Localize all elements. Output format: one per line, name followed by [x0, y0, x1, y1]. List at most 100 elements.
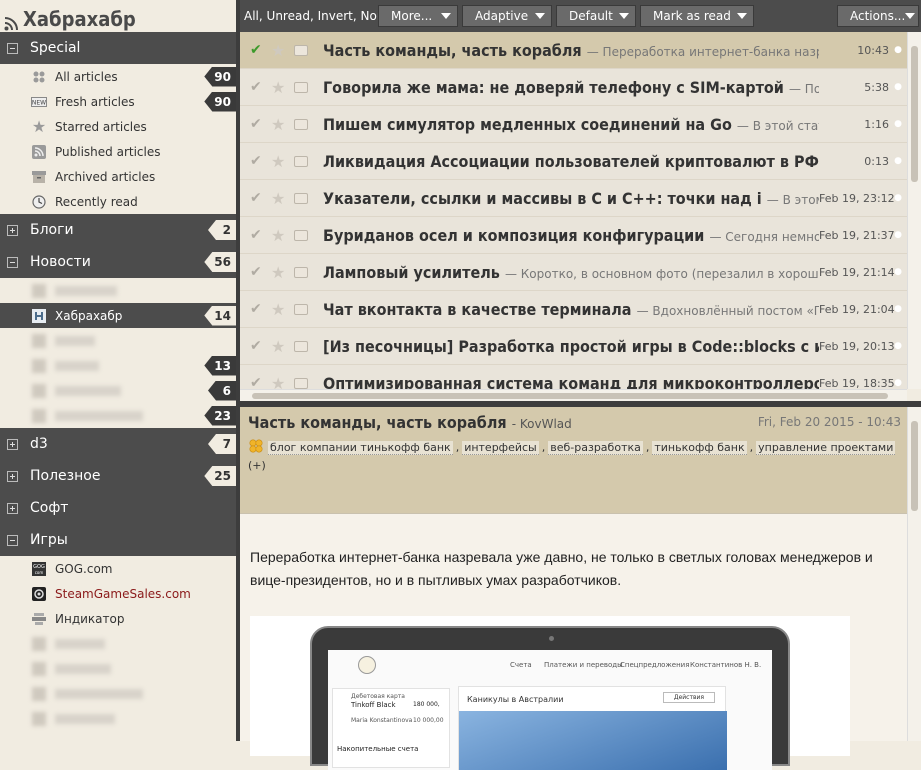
category-blogs[interactable]: Блоги 2 [0, 214, 236, 246]
star-icon[interactable]: ★ [271, 41, 287, 60]
feed-hidden[interactable] [0, 278, 236, 303]
headline-content[interactable]: Оптимизированная система команд для микр… [323, 374, 819, 390]
headline-title[interactable]: [Из песочницы] Разработка простой игры в… [323, 337, 819, 356]
feed-steamgamesales[interactable]: SteamGameSales.com [0, 581, 236, 606]
feed-hidden[interactable] [0, 706, 236, 731]
headline-content[interactable]: Пишем симулятор медленных соединений на … [323, 115, 819, 134]
publish-rss-icon[interactable] [294, 303, 308, 315]
article-tag[interactable]: тинькофф банк [652, 440, 747, 455]
feed-hidden[interactable] [0, 656, 236, 681]
article-tag[interactable]: управление проектами [756, 440, 896, 455]
headline-row[interactable]: ✔ ★ Часть команды, часть корабля — Перераб… [240, 32, 907, 69]
publish-rss-icon[interactable] [294, 192, 308, 204]
headline-row[interactable]: ✔ ★ Ликвидация Ассоциации пользователей кр… [240, 143, 907, 180]
publish-rss-icon[interactable] [294, 81, 308, 93]
article-title[interactable]: Часть команды, часть корабля [248, 413, 507, 432]
read-check-icon[interactable]: ✔ [250, 301, 266, 317]
headline-row[interactable]: ✔ ★ Говорила же мама: не доверяй телефону … [240, 69, 907, 106]
headline-title[interactable]: Ламповый усилитель [323, 263, 500, 282]
headline-title[interactable]: Часть команды, часть корабля [323, 41, 582, 60]
select-invert-link[interactable]: Invert [318, 9, 353, 23]
select-all-link[interactable]: All [244, 9, 259, 23]
headline-row[interactable]: ✔ ★ Пишем симулятор медленных соединений н… [240, 106, 907, 143]
more-tags-link[interactable]: (+) [248, 459, 899, 472]
publish-rss-icon[interactable] [294, 118, 308, 130]
feed-indicator[interactable]: Индикатор [0, 606, 236, 631]
collapse-icon[interactable] [7, 256, 18, 268]
collapse-icon[interactable] [7, 534, 18, 546]
star-icon[interactable]: ★ [271, 152, 287, 171]
sort-dropdown[interactable]: Default [556, 5, 636, 27]
publish-rss-icon[interactable] [294, 229, 308, 241]
feed-hidden[interactable] [0, 681, 236, 706]
read-check-icon[interactable]: ✔ [250, 375, 266, 389]
category-games[interactable]: Игры [0, 524, 236, 556]
category-useful[interactable]: Полезное 25 [0, 460, 236, 492]
star-icon[interactable]: ★ [271, 226, 287, 245]
headline-title[interactable]: Чат вконтакта в качестве терминала [323, 300, 632, 319]
article-tag[interactable]: интерфейсы [462, 440, 539, 455]
headline-row[interactable]: ✔ ★ Оптимизированная система команд для ми… [240, 365, 907, 390]
star-icon[interactable]: ★ [271, 300, 287, 319]
headline-title[interactable]: Буриданов осел и композиция конфигурации [323, 226, 704, 245]
read-check-icon[interactable]: ✔ [250, 42, 266, 58]
feed-starred-articles[interactable]: ★ Starred articles [0, 114, 236, 139]
article-tag[interactable]: веб-разработка [548, 440, 643, 455]
star-icon[interactable]: ★ [271, 78, 287, 97]
more-dropdown[interactable]: More... [378, 5, 458, 27]
app-title[interactable]: Хабрахабр [0, 0, 236, 32]
read-check-icon[interactable]: ✔ [250, 79, 266, 95]
category-d3[interactable]: d3 7 [0, 428, 236, 460]
article-tag[interactable]: блог компании тинькофф банк [268, 440, 453, 455]
read-check-icon[interactable]: ✔ [250, 227, 266, 243]
headline-row[interactable]: ✔ ★ Указатели, ссылки и массивы в C и C++:… [240, 180, 907, 217]
headline-content[interactable]: Часть команды, часть корабля — Переработ… [323, 41, 819, 60]
read-check-icon[interactable]: ✔ [250, 264, 266, 280]
read-check-icon[interactable]: ✔ [250, 116, 266, 132]
headline-content[interactable]: Ламповый усилитель — Коротко, в основном… [323, 263, 819, 282]
article-vertical-scrollbar[interactable] [907, 407, 921, 741]
view-mode-dropdown[interactable]: Adaptive [462, 5, 552, 27]
scrollbar-thumb[interactable] [252, 393, 888, 399]
feed-published-articles[interactable]: Published articles [0, 139, 236, 164]
category-special[interactable]: Special [0, 32, 236, 64]
expand-icon[interactable] [7, 438, 18, 450]
star-icon[interactable]: ★ [271, 189, 287, 208]
headline-title[interactable]: Указатели, ссылки и массивы в C и C++: т… [323, 189, 762, 208]
feed-hidden[interactable]: 6 [0, 378, 236, 403]
publish-rss-icon[interactable] [294, 155, 308, 167]
feed-hidden[interactable]: 13 [0, 353, 236, 378]
publish-rss-icon[interactable] [294, 340, 308, 352]
headline-content[interactable]: Указатели, ссылки и массивы в C и C++: т… [323, 189, 819, 208]
headline-content[interactable]: Говорила же мама: не доверяй телефону с … [323, 78, 819, 97]
read-check-icon[interactable]: ✔ [250, 338, 266, 354]
feed-hidden[interactable] [0, 631, 236, 656]
feed-fresh-articles[interactable]: NEW Fresh articles 90 [0, 89, 236, 114]
expand-icon[interactable] [7, 502, 18, 514]
star-icon[interactable]: ★ [271, 263, 287, 282]
headline-content[interactable]: Буриданов осел и композиция конфигурации… [323, 226, 819, 245]
headline-row[interactable]: ✔ ★ [Из песочницы] Разработка простой игры… [240, 328, 907, 365]
feed-gog[interactable]: GOG com GOG.com [0, 556, 236, 581]
star-icon[interactable]: ★ [271, 374, 287, 390]
headline-title[interactable]: Оптимизированная система команд для микр… [323, 374, 819, 390]
select-unread-link[interactable]: Unread [267, 9, 310, 23]
headline-title[interactable]: Ликвидация Ассоциации пользователей крип… [323, 152, 819, 171]
headline-title[interactable]: Пишем симулятор медленных соединений на … [323, 115, 732, 134]
expand-icon[interactable] [7, 470, 18, 482]
read-check-icon[interactable]: ✔ [250, 190, 266, 206]
mark-as-read-dropdown[interactable]: Mark as read [640, 5, 754, 27]
collapse-icon[interactable] [7, 42, 18, 54]
feed-all-articles[interactable]: All articles 90 [0, 64, 236, 89]
feed-hidden[interactable]: 23 [0, 403, 236, 428]
headline-row[interactable]: ✔ ★ Чат вконтакта в качестве терминала — В… [240, 291, 907, 328]
star-icon[interactable]: ★ [271, 337, 287, 356]
headlines-vertical-scrollbar[interactable] [907, 32, 921, 389]
publish-rss-icon[interactable] [294, 266, 308, 278]
feed-hidden[interactable] [0, 328, 236, 353]
feed-habrahabr[interactable]: Хабрахабр 14 [0, 303, 236, 328]
publish-rss-icon[interactable] [294, 377, 308, 389]
feed-archived-articles[interactable]: Archived articles [0, 164, 236, 189]
headline-row[interactable]: ✔ ★ Буриданов осел и композиция конфигурац… [240, 217, 907, 254]
headlines-horizontal-scrollbar[interactable] [240, 389, 907, 401]
